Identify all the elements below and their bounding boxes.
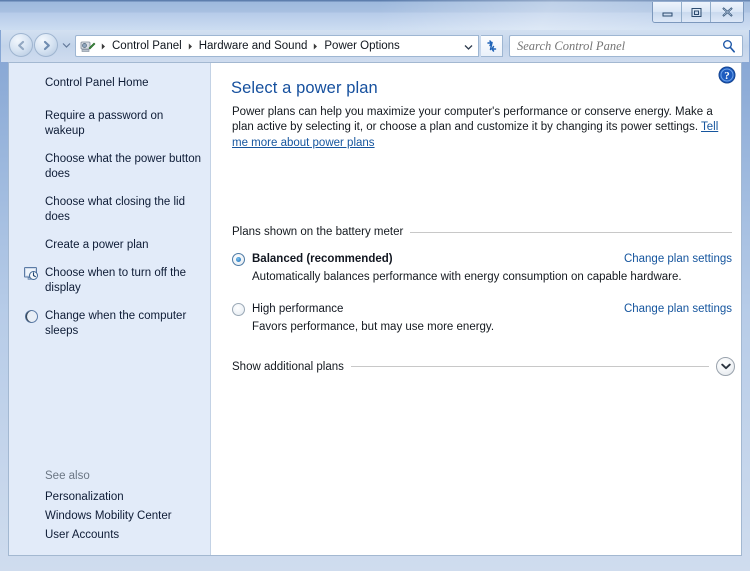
- battery-meter-section-header: Plans shown on the battery meter: [232, 226, 732, 238]
- main-content: Select a power plan Power plans can help…: [212, 63, 741, 555]
- control-panel-icon: [79, 38, 97, 54]
- restore-button[interactable]: [682, 2, 711, 22]
- sidebar-links: Control Panel Home Require a password on…: [9, 63, 210, 341]
- minimize-button[interactable]: [653, 2, 682, 22]
- sidebar-item-require-password[interactable]: Require a password on wakeup: [9, 107, 210, 141]
- title-bar: [0, 0, 750, 30]
- help-icon: ?: [718, 66, 736, 84]
- show-additional-rule: [350, 366, 709, 367]
- sidebar: Control Panel Home Require a password on…: [9, 63, 211, 555]
- sidebar-item-label: Personalization: [45, 491, 124, 503]
- plan-description: Favors performance, but may use more ene…: [252, 321, 495, 333]
- sidebar-item-computer-sleeps[interactable]: Change when the computer sleeps: [9, 307, 210, 341]
- sidebar-item-create-power-plan[interactable]: Create a power plan: [9, 236, 210, 255]
- search-input[interactable]: [517, 38, 715, 54]
- sleep-moon-icon: [23, 308, 39, 324]
- show-additional-plans-row[interactable]: Show additional plans: [232, 357, 735, 376]
- sidebar-item-control-panel-home[interactable]: Control Panel Home: [9, 74, 210, 93]
- chevron-down-icon: [464, 45, 472, 50]
- power-plan-balanced[interactable]: Balanced (recommended) Change plan setti…: [232, 252, 732, 284]
- breadcrumb[interactable]: Control Panel Hardware and Sound Power O…: [75, 35, 479, 57]
- change-plan-settings-link-high-performance[interactable]: Change plan settings: [624, 302, 732, 316]
- breadcrumb-item-1[interactable]: Hardware and Sound: [196, 36, 311, 56]
- sidebar-item-user-accounts[interactable]: User Accounts: [9, 526, 211, 545]
- intro-text: Power plans can help you maximize your c…: [232, 106, 713, 134]
- see-also-section: See also Personalization Windows Mobilit…: [9, 466, 211, 545]
- nav-buttons: [9, 33, 73, 57]
- search-icon: [722, 39, 736, 58]
- refresh-icon: [486, 40, 496, 52]
- change-plan-settings-link-balanced[interactable]: Change plan settings: [624, 252, 732, 266]
- navigation-bar: Control Panel Hardware and Sound Power O…: [1, 30, 749, 62]
- sidebar-item-label: Windows Mobility Center: [45, 510, 172, 522]
- forward-button[interactable]: [34, 33, 58, 57]
- plan-name: Balanced (recommended): [252, 253, 393, 265]
- plan-name: High performance: [252, 303, 344, 315]
- breadcrumb-separator: [310, 43, 321, 50]
- address-dropdown-button[interactable]: [462, 42, 474, 52]
- sidebar-item-label: Change when the computer sleeps: [45, 310, 187, 337]
- intro-paragraph: Power plans can help you maximize your c…: [232, 105, 732, 151]
- display-clock-icon: [23, 265, 39, 281]
- sidebar-item-label: Choose when to turn off the display: [45, 267, 187, 294]
- breadcrumb-item-2[interactable]: Power Options: [321, 36, 402, 56]
- recent-pages-button[interactable]: [60, 35, 73, 55]
- sidebar-item-power-button[interactable]: Choose what the power button does: [9, 150, 210, 184]
- page-title: Select a power plan: [231, 79, 378, 97]
- breadcrumb-separator: [185, 43, 196, 50]
- forward-arrow-icon: [43, 40, 50, 50]
- search-box[interactable]: [509, 35, 743, 57]
- show-additional-plans-label: Show additional plans: [232, 360, 344, 373]
- chevron-down-icon: [62, 43, 71, 48]
- sidebar-item-label: Choose what the power button does: [45, 153, 201, 180]
- section-label: Plans shown on the battery meter: [232, 226, 404, 238]
- plan-description: Automatically balances performance with …: [252, 271, 682, 283]
- sidebar-item-label: Choose what closing the lid does: [45, 196, 185, 223]
- breadcrumb-separator: [98, 43, 109, 50]
- sidebar-item-label: Control Panel Home: [45, 77, 149, 89]
- client-area: ? Control Panel Home Require a password …: [8, 62, 742, 556]
- see-also-title: See also: [45, 470, 90, 482]
- refresh-button[interactable]: [481, 35, 503, 57]
- sidebar-item-label: Require a password on wakeup: [45, 110, 164, 137]
- back-button[interactable]: [9, 33, 33, 57]
- chevron-down-icon[interactable]: [716, 357, 735, 376]
- breadcrumb-item-0[interactable]: Control Panel: [109, 36, 185, 56]
- close-button[interactable]: [711, 2, 743, 22]
- help-button[interactable]: ?: [718, 66, 736, 84]
- power-plan-high-performance[interactable]: High performance Change plan settings Fa…: [232, 302, 732, 334]
- sidebar-item-closing-lid[interactable]: Choose what closing the lid does: [9, 193, 210, 227]
- radio-balanced[interactable]: [232, 252, 245, 266]
- sidebar-item-turn-off-display[interactable]: Choose when to turn off the display: [9, 264, 210, 298]
- section-rule: [410, 231, 732, 233]
- sidebar-item-label: Create a power plan: [45, 239, 149, 251]
- sidebar-item-personalization[interactable]: Personalization: [9, 488, 211, 507]
- radio-high-performance[interactable]: [232, 302, 245, 316]
- sidebar-item-windows-mobility-center[interactable]: Windows Mobility Center: [9, 507, 211, 526]
- power-options-window: Control Panel Hardware and Sound Power O…: [0, 0, 750, 571]
- window-controls: [652, 2, 744, 23]
- back-arrow-icon: [17, 40, 24, 50]
- sidebar-item-label: User Accounts: [45, 529, 120, 541]
- svg-text:?: ?: [724, 70, 730, 82]
